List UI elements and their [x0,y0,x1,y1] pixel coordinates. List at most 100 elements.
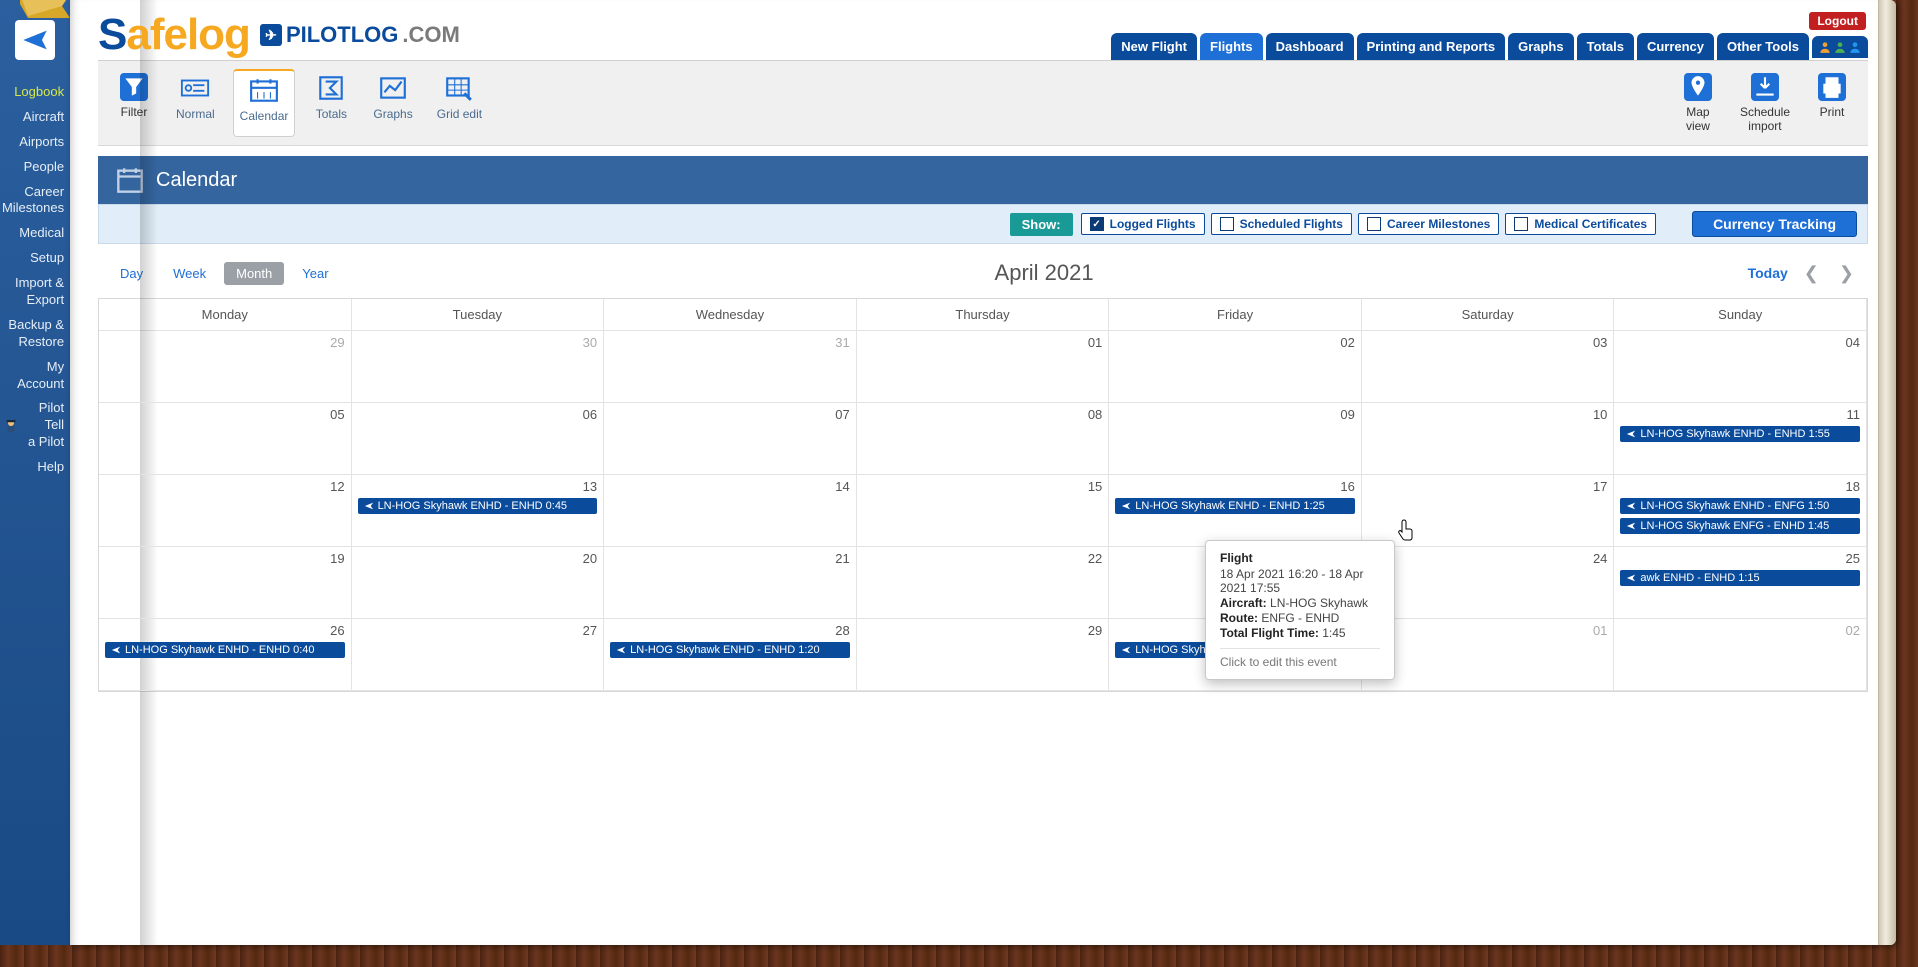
calendar-cell[interactable]: 05 [99,403,352,475]
view-week[interactable]: Week [161,262,218,285]
filter-medical-certificates[interactable]: Medical Certificates [1505,213,1656,235]
calendar-cell[interactable]: 13LN-HOG Skyhawk ENHD - ENHD 0:45 [352,475,605,547]
graphs-button[interactable]: Graphs [367,69,418,137]
next-month-button[interactable]: ❯ [1835,263,1858,284]
people-icons-button[interactable] [1812,36,1868,58]
sidebar-item-aircraft[interactable]: Aircraft [0,105,72,130]
sidebar-item-import[interactable]: Import & Export [0,271,72,313]
schedule-import-button[interactable]: Schedule import [1734,69,1796,137]
tab-new-flight[interactable]: New Flight [1111,33,1197,60]
day-number: 29 [105,335,345,350]
calendar-cell[interactable]: 14 [604,475,857,547]
calendar-cell[interactable]: 25awk ENHD - ENHD 1:15 [1614,547,1867,619]
totals-button[interactable]: Totals [307,69,355,137]
calendar-cell[interactable]: 16 LN-HOG Skyhawk ENHD - ENHD 1:25 [1109,475,1362,547]
view-year[interactable]: Year [290,262,340,285]
filter-career-milestones[interactable]: Career Milestones [1358,213,1499,235]
weekday-header: Thursday [857,299,1110,331]
calendar-cell[interactable]: 20 [352,547,605,619]
flight-event[interactable]: LN-HOG Skyhawk ENFG - ENHD 1:45 [1620,518,1860,534]
sidebar-item-backup[interactable]: Backup & Restore [0,313,72,355]
calendar-cell[interactable]: 19 [99,547,352,619]
tab-flights[interactable]: Flights [1200,33,1263,60]
sidebar-item-help[interactable]: Help [0,455,72,480]
calendar-cell[interactable]: 12 [99,475,352,547]
tab-dashboard[interactable]: Dashboard [1266,33,1354,60]
app-logo[interactable] [15,20,55,60]
toolbar: Filter Normal Calendar Totals [98,61,1868,146]
tab-graphs[interactable]: Graphs [1508,33,1574,60]
calendar-cell[interactable]: 02 [1109,331,1362,403]
flight-event[interactable]: LN-HOG Skyhawk ENHD - ENFG 1:50 [1620,498,1860,514]
weekday-header: Sunday [1614,299,1867,331]
calendar-cell[interactable]: 31 [604,331,857,403]
calendar-cell[interactable]: 11LN-HOG Skyhawk ENHD - ENHD 1:55 [1614,403,1867,475]
calendar-cell[interactable]: 03 [1362,331,1615,403]
view-day[interactable]: Day [108,262,155,285]
calendar-grid: MondayTuesdayWednesdayThursdayFridaySatu… [98,298,1868,692]
calendar-cell[interactable]: 27 [352,619,605,691]
day-number: 07 [610,407,850,422]
sidebar-item-medical[interactable]: Medical [0,221,72,246]
sidebar-item-logbook[interactable]: Logbook [0,80,72,105]
calendar-cell[interactable]: 30 [352,331,605,403]
flight-event[interactable]: LN-HOG Skyhawk ENHD - ENHD 1:25 [1115,498,1355,514]
filter-button[interactable]: Filter [110,69,158,137]
sidebar-item-people[interactable]: People [0,155,72,180]
calendar-cell[interactable]: 01 [1362,619,1615,691]
day-number: 17 [1368,479,1608,494]
flight-event[interactable]: LN-HOG Skyhawk ENHD - ENHD 0:45 [358,498,598,514]
logout-button[interactable]: Logout [1809,12,1866,30]
flight-event[interactable]: LN-HOG Skyhawk ENHD - ENHD 0:40 [105,642,345,658]
calendar-cell[interactable]: 18 LN-HOG Skyhawk ENHD - ENFG 1:50 LN-HOG … [1614,475,1867,547]
currency-tracking-button[interactable]: Currency Tracking [1692,211,1857,237]
calendar-cell[interactable]: 08 [857,403,1110,475]
filter-logged-flights[interactable]: ✓Logged Flights [1081,213,1205,235]
page-title: Calendar [156,169,237,192]
today-button[interactable]: Today [1748,265,1788,281]
flight-event[interactable]: awk ENHD - ENHD 1:15 [1620,570,1860,586]
view-month[interactable]: Month [224,262,284,285]
grid-edit-button[interactable]: Grid edit [431,69,488,137]
calendar-cell[interactable]: 02 [1614,619,1867,691]
prev-month-button[interactable]: ❮ [1800,263,1823,284]
calendar-cell[interactable]: 21 [604,547,857,619]
calendar-cell[interactable]: 24 [1362,547,1615,619]
calendar-cell[interactable]: 09 [1109,403,1362,475]
calendar-cell[interactable]: 28LN-HOG Skyhawk ENHD - ENHD 1:20 [604,619,857,691]
sidebar-item-career[interactable]: Career Milestones [0,180,72,222]
calendar-cell[interactable]: 04 [1614,331,1867,403]
day-number: 16 [1115,479,1355,494]
sidebar-item-setup[interactable]: Setup [0,246,72,271]
tab-currency[interactable]: Currency [1637,33,1714,60]
book-spine [1878,0,1896,945]
print-button[interactable]: Print [1808,69,1856,137]
calendar-cell[interactable]: 29 [99,331,352,403]
calendar-cell[interactable]: 07 [604,403,857,475]
calendar-cell[interactable]: 01 [857,331,1110,403]
plane-icon [1626,573,1636,583]
normal-view-button[interactable]: Normal [170,69,221,137]
page-title-bar: Calendar [98,156,1868,204]
filter-scheduled-flights[interactable]: Scheduled Flights [1211,213,1352,235]
map-view-button[interactable]: Map view [1674,69,1722,137]
calendar-view-button[interactable]: Calendar [233,69,296,137]
calendar-cell[interactable]: 15 [857,475,1110,547]
tooltip-time: 18 Apr 2021 16:20 - 18 Apr 2021 17:55 [1220,567,1380,595]
sidebar-item-airports[interactable]: Airports [0,130,72,155]
sidebar-item-my[interactable]: My Account [0,355,72,397]
tab-totals[interactable]: Totals [1577,33,1634,60]
calendar-cell[interactable]: 26LN-HOG Skyhawk ENHD - ENHD 0:40 [99,619,352,691]
calendar-cell[interactable]: 10 [1362,403,1615,475]
flight-event[interactable]: LN-HOG Skyhawk ENHD - ENHD 1:20 [610,642,850,658]
tab-other-tools[interactable]: Other Tools [1717,33,1809,60]
calendar-cell[interactable]: 06 [352,403,605,475]
sidebar-item-pilot[interactable]: Pilot Tell a Pilot [0,396,72,455]
map-view-label: Map view [1686,105,1710,133]
tab-printing-and-reports[interactable]: Printing and Reports [1357,33,1506,60]
calendar-cell[interactable]: 22 [857,547,1110,619]
calendar-cell[interactable]: 29 [857,619,1110,691]
flight-event[interactable]: LN-HOG Skyhawk ENHD - ENHD 1:55 [1620,426,1860,442]
pilot-icon [2,417,20,435]
day-number: 18 [1620,479,1860,494]
